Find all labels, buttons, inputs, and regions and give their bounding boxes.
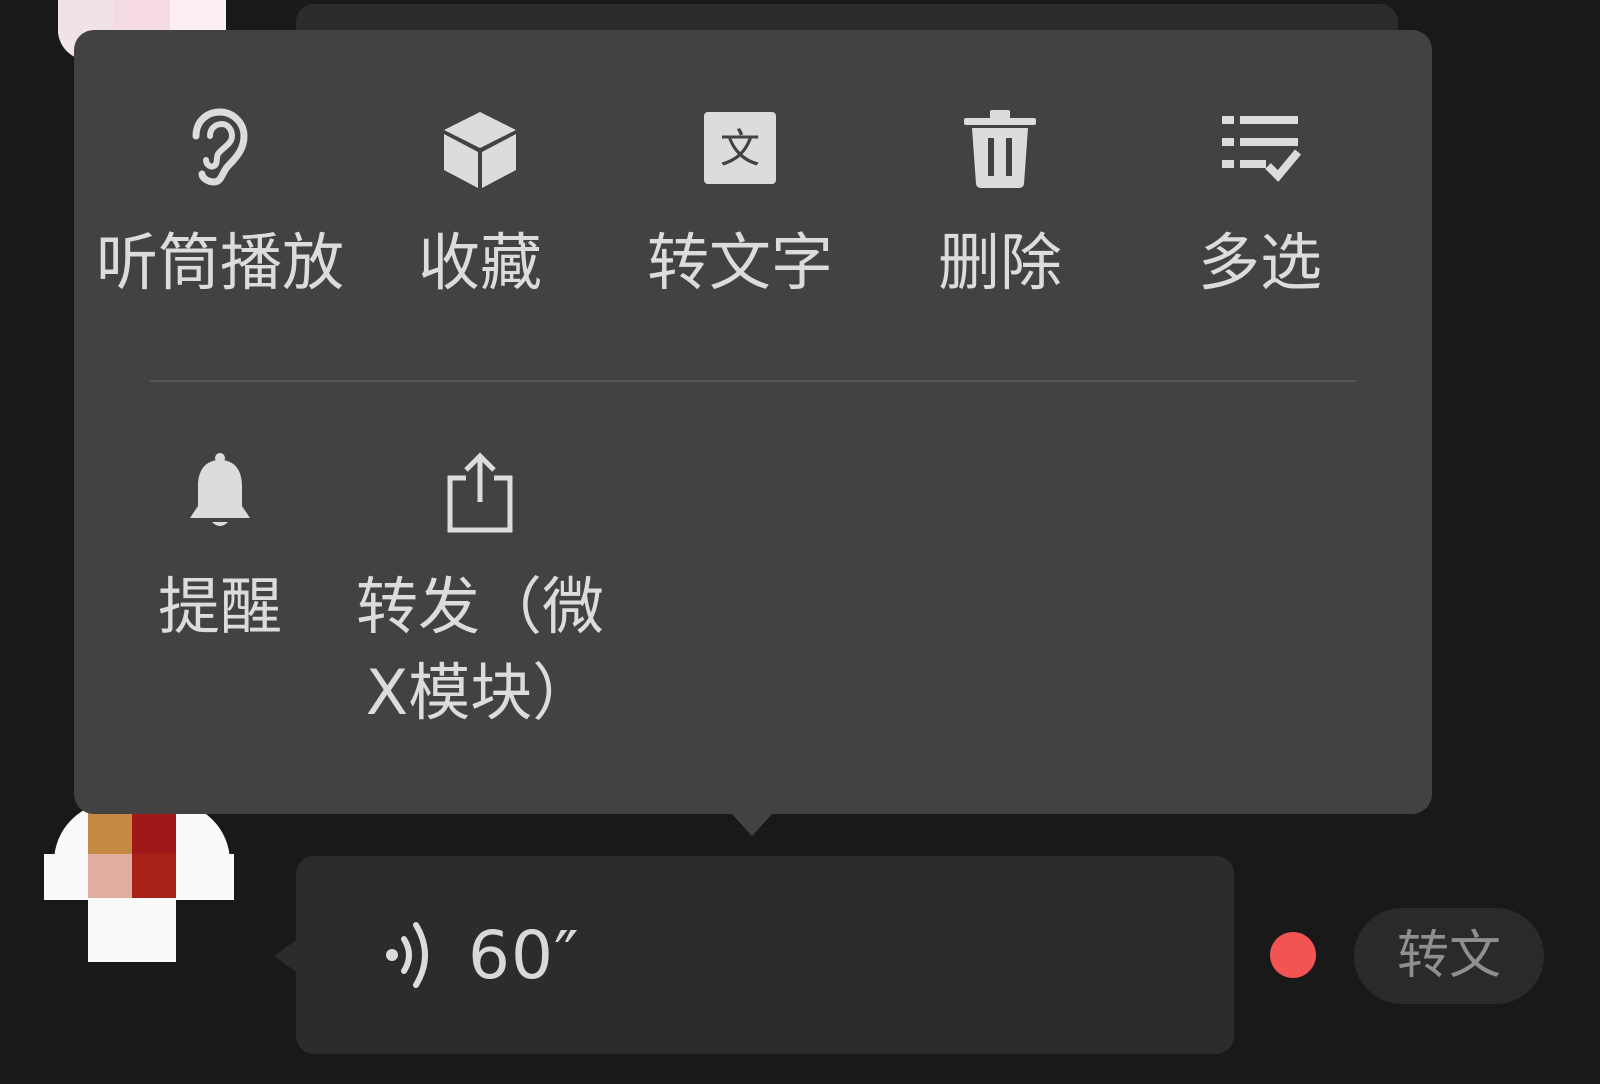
voice-duration: 60″ bbox=[468, 916, 580, 994]
menu-item-multiselect[interactable]: 多选 bbox=[1130, 106, 1390, 306]
ear-icon bbox=[192, 108, 248, 186]
menu-pointer bbox=[730, 812, 774, 836]
menu-item-earpiece[interactable]: 听筒播放 bbox=[90, 106, 350, 306]
text-convert-icon: 文 bbox=[704, 112, 776, 184]
share-icon bbox=[447, 452, 513, 533]
menu-item-transcribe[interactable]: 文 转文字 bbox=[610, 106, 870, 306]
menu-item-forward[interactable]: 转发（微 X模块） bbox=[350, 450, 610, 736]
menu-item-delete[interactable]: 删除 bbox=[870, 106, 1130, 306]
cube-icon bbox=[444, 112, 516, 188]
unread-indicator bbox=[1270, 932, 1316, 978]
message-context-menu: 听筒播放 收藏 文 转文字 删除 多选 提醒 转发（微 X模块） bbox=[74, 30, 1432, 814]
menu-divider bbox=[150, 380, 1356, 382]
voice-wave-icon bbox=[386, 922, 428, 988]
voice-message-bubble[interactable]: 60″ bbox=[274, 856, 1234, 1054]
chat-screen: 60″ 转文 听筒播放 收藏 文 转文字 删除 多选 提醒 转发（微 X模块） bbox=[0, 0, 1600, 1084]
trash-icon bbox=[964, 110, 1036, 188]
svg-text:文: 文 bbox=[720, 126, 760, 172]
convert-to-text-button[interactable]: 转文 bbox=[1354, 908, 1544, 1004]
menu-item-remind[interactable]: 提醒 bbox=[90, 450, 350, 650]
menu-item-favorite[interactable]: 收藏 bbox=[350, 106, 610, 306]
multi-select-icon bbox=[1222, 116, 1302, 182]
bell-icon bbox=[190, 453, 250, 526]
